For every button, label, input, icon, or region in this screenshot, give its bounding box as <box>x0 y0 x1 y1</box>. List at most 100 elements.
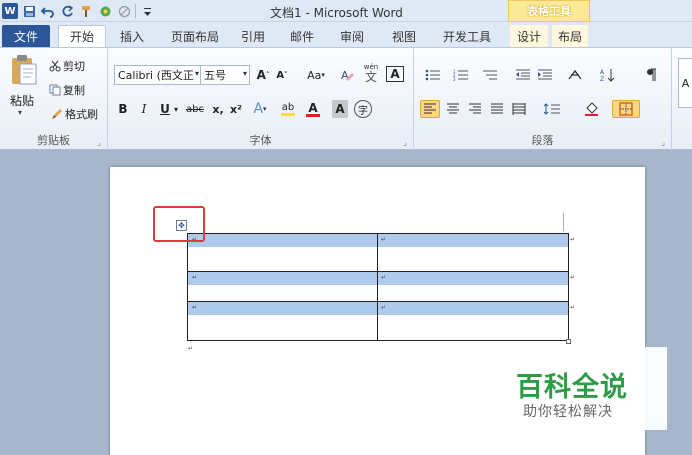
multilevel-list-button[interactable] <box>478 66 502 84</box>
font-family-combo[interactable]: Calibri (西文正 ▾ <box>114 65 202 85</box>
cut-button[interactable]: 剪切 <box>48 58 85 74</box>
copy-label: 复制 <box>63 84 85 97</box>
paragraph-mark: ↵ <box>188 345 194 352</box>
align-right-button[interactable] <box>466 100 484 118</box>
bullets-icon <box>425 69 440 81</box>
watermark-title: 百科全说 <box>516 372 628 403</box>
distributed-button[interactable] <box>510 100 528 118</box>
decrease-indent-button[interactable] <box>514 66 532 84</box>
distributed-icon <box>512 103 526 115</box>
shading-button[interactable] <box>580 100 606 118</box>
selected-cell-row-2[interactable] <box>188 272 568 285</box>
sort-button[interactable]: AZ <box>598 66 618 84</box>
character-shading-button[interactable]: A <box>332 100 348 118</box>
align-left-button[interactable] <box>420 100 440 118</box>
redo-icon[interactable] <box>59 3 75 19</box>
save-icon[interactable] <box>21 3 37 19</box>
shrink-font-icon: A <box>276 69 285 81</box>
chinese-layout-button[interactable] <box>562 66 588 84</box>
tab-table-design[interactable]: 设计 <box>510 25 548 47</box>
tab-home[interactable]: 开始 <box>58 25 106 47</box>
align-left-icon <box>424 103 436 114</box>
tab-table-layout[interactable]: 布局 <box>552 25 588 47</box>
word-app-icon[interactable]: W <box>2 3 18 19</box>
highlight-button[interactable]: ab <box>276 100 300 118</box>
clear-formatting-button[interactable]: A <box>340 66 356 84</box>
numbering-button[interactable]: 123 <box>450 66 472 84</box>
undo-icon[interactable] <box>40 3 56 19</box>
sort-icon: AZ <box>600 69 615 82</box>
font-family-value: Calibri (西文正 <box>118 69 194 82</box>
phonetic-guide-button[interactable]: wén 文 <box>360 63 382 83</box>
tab-insert[interactable]: 插入 <box>114 25 150 47</box>
align-center-icon <box>447 103 459 114</box>
tab-developer[interactable]: 开发工具 <box>437 25 497 47</box>
table-resize-handle[interactable] <box>566 339 571 344</box>
table-column-border <box>377 234 378 340</box>
quick-access-toolbar: W <box>2 2 155 20</box>
increase-indent-button[interactable] <box>536 66 554 84</box>
format-painter-button[interactable]: 格式刷 <box>50 106 98 122</box>
borders-button[interactable] <box>612 100 640 118</box>
align-right-icon <box>469 103 481 114</box>
paste-dropdown-icon[interactable]: ▾ <box>18 108 22 117</box>
align-center-button[interactable] <box>444 100 462 118</box>
cell-end-mark: ↵ <box>192 274 198 281</box>
paragraph-group-label: 段落 <box>531 134 554 147</box>
table-tools-context-header: 表格工具 <box>508 0 590 22</box>
svg-text:3: 3 <box>453 77 456 81</box>
text-effects-button[interactable]: A ▾ <box>250 100 270 118</box>
tab-mailings[interactable]: 邮件 <box>285 25 319 47</box>
watermark-subtitle: 助你轻松解决 <box>523 404 613 420</box>
tab-references[interactable]: 引用 <box>236 25 270 47</box>
selected-cell-row-3[interactable] <box>188 302 568 315</box>
document-table[interactable]: ↵ ↵ ↵ ↵ ↵ ↵ <box>187 233 569 341</box>
font-color-icon: A <box>308 100 318 115</box>
underline-dropdown-icon[interactable]: ▾ <box>171 100 181 118</box>
clipboard-dialog-launcher-icon[interactable]: ⌟ <box>97 138 101 147</box>
chinese-layout-icon <box>568 69 582 80</box>
font-size-value: 五号 <box>204 69 226 82</box>
tab-page-layout[interactable]: 页面布局 <box>166 25 224 47</box>
bold-button[interactable]: B <box>116 100 130 118</box>
tab-file[interactable]: 文件 <box>2 25 50 47</box>
shrink-font-button[interactable]: A ˅ <box>274 66 290 84</box>
paste-icon[interactable] <box>10 54 38 85</box>
styles-gallery[interactable]: A <box>678 58 692 108</box>
enclose-characters-button[interactable]: 字 <box>354 100 372 118</box>
highlight-color-swatch <box>281 112 295 116</box>
line-spacing-button[interactable] <box>540 100 564 118</box>
object-icon[interactable] <box>97 3 113 19</box>
copy-icon <box>48 84 61 97</box>
decrease-indent-icon <box>516 69 530 80</box>
bullets-button[interactable] <box>422 66 444 84</box>
underline-button[interactable]: U <box>158 100 172 118</box>
font-color-button[interactable]: A <box>302 100 324 118</box>
font-size-combo[interactable]: 五号 ▾ <box>200 65 250 85</box>
copy-button[interactable]: 复制 <box>48 82 85 98</box>
character-border-button[interactable]: A <box>386 66 404 82</box>
paragraph-dialog-launcher-icon[interactable]: ⌟ <box>661 138 665 147</box>
clear-icon[interactable] <box>116 3 132 19</box>
cell-end-mark: ↵ <box>381 304 387 311</box>
paste-button[interactable]: 粘贴 <box>10 92 34 109</box>
grow-font-button[interactable]: A ˄ <box>254 66 272 84</box>
italic-button[interactable]: I <box>138 100 150 118</box>
superscript-button[interactable]: x² <box>228 100 244 118</box>
strikethrough-button[interactable]: abc <box>184 100 206 118</box>
change-case-button[interactable]: Aa ▾ <box>304 66 328 84</box>
font-group: Calibri (西文正 ▾ 五号 ▾ A ˄ A ˅ Aa ▾ A wén 文 A … <box>108 48 414 151</box>
grow-font-icon: A <box>256 68 266 82</box>
tab-review[interactable]: 审阅 <box>335 25 369 47</box>
subscript-button[interactable]: x, <box>210 100 226 118</box>
table-row-border <box>188 271 568 272</box>
customize-icon[interactable] <box>139 3 155 19</box>
tab-view[interactable]: 视图 <box>387 25 421 47</box>
clear-formatting-icon: A <box>341 69 354 82</box>
justify-button[interactable] <box>488 100 506 118</box>
selected-cell-row-1[interactable] <box>188 234 568 247</box>
font-dialog-launcher-icon[interactable]: ⌟ <box>403 138 407 147</box>
format-painter-icon[interactable] <box>78 3 94 19</box>
show-marks-button[interactable] <box>642 66 660 84</box>
clipboard-group: 粘贴 ▾ 剪切 复制 格式刷 剪贴板 ⌟ <box>0 48 108 151</box>
